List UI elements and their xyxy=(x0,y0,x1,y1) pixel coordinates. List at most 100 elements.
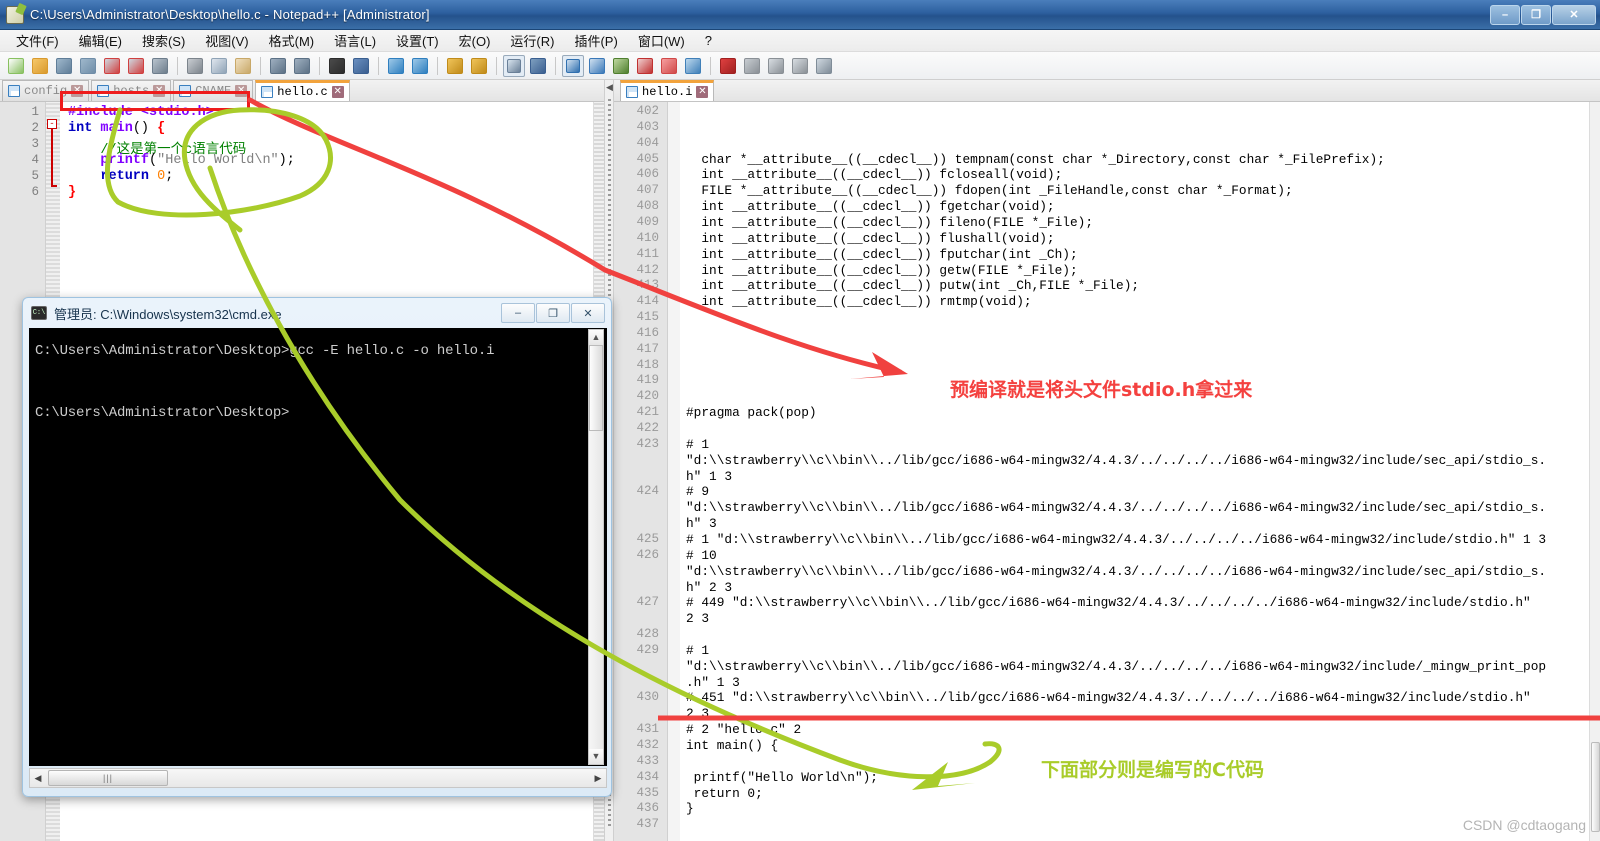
zoom-in-icon[interactable] xyxy=(385,55,407,77)
right-line-number: 412 xyxy=(636,262,659,277)
function-list-icon[interactable] xyxy=(634,55,656,77)
menu-item-plugins[interactable]: 插件(P) xyxy=(564,29,627,52)
macro-save-icon[interactable] xyxy=(813,55,835,77)
right-vertical-scrollbar[interactable] xyxy=(1589,102,1600,841)
window-title-bar: C:\Users\Administrator\Desktop\hello.c -… xyxy=(0,0,1600,30)
close-tab-icon[interactable]: ✕ xyxy=(331,86,344,98)
close-button[interactable]: ✕ xyxy=(1552,4,1596,25)
right-line-number: 434 xyxy=(636,769,659,784)
menu-item-macro[interactable]: 宏(O) xyxy=(449,29,501,52)
save-all-icon[interactable] xyxy=(77,55,99,77)
undo-icon[interactable] xyxy=(267,55,289,77)
right-line-number: 433 xyxy=(636,753,659,768)
right-code-text[interactable]: char *__attribute__((__cdecl__)) tempnam… xyxy=(680,102,1589,841)
right-editor-pane: hello.i ✕ 402 403 404 405 406 407 408 409 410 411 4… xyxy=(614,80,1600,841)
right-scrollbar-thumb[interactable] xyxy=(1591,742,1600,832)
print-icon[interactable] xyxy=(149,55,171,77)
cmd-icon: C:\ xyxy=(31,306,47,320)
cmd-scroll-up-icon[interactable]: ▲ xyxy=(589,330,603,345)
splitter-collapse-icon[interactable]: ◀ xyxy=(606,82,613,93)
right-line-number: 420 xyxy=(636,389,659,404)
cmd-hscroll-thumb[interactable]: ||| xyxy=(48,770,168,786)
maximize-button[interactable]: ❐ xyxy=(1521,4,1551,25)
left-tab-hello-c[interactable]: hello.c ✕ xyxy=(255,80,350,101)
copy-icon[interactable] xyxy=(208,55,230,77)
user-defined-lang-icon[interactable] xyxy=(586,55,608,77)
cmd-maximize-button[interactable]: ❐ xyxy=(536,303,570,323)
menu-item-search[interactable]: 搜索(S) xyxy=(132,29,195,52)
cmd-vertical-scrollbar[interactable]: ▲ ▼ xyxy=(588,329,604,765)
menu-item-view[interactable]: 视图(V) xyxy=(195,29,258,52)
cmd-scroll-left-icon[interactable]: ◀ xyxy=(30,773,46,784)
cmd-console-output[interactable]: C:\Users\Administrator\Desktop>gcc -E he… xyxy=(29,328,607,766)
fold-collapse-icon[interactable]: - xyxy=(47,119,57,129)
toolbar xyxy=(0,52,1600,80)
right-code-line: 2 3 xyxy=(686,706,710,722)
code-token: () xyxy=(132,121,150,136)
cmd-minimize-button[interactable]: – xyxy=(501,303,535,323)
right-line-number: 428 xyxy=(636,627,659,642)
open-file-icon[interactable] xyxy=(29,55,51,77)
redo-icon[interactable] xyxy=(291,55,313,77)
right-line-number: 418 xyxy=(636,357,659,372)
right-line-number: 406 xyxy=(636,167,659,182)
toolbar-separator xyxy=(710,56,711,75)
code-token: printf xyxy=(100,153,150,168)
cut-icon[interactable] xyxy=(184,55,206,77)
indent-guide-icon[interactable] xyxy=(562,54,584,77)
right-line-number: 426 xyxy=(636,547,659,562)
macro-run-multiple-icon[interactable] xyxy=(789,55,811,77)
right-fold-margin xyxy=(668,102,680,841)
word-wrap-icon[interactable] xyxy=(503,54,525,77)
new-file-icon[interactable] xyxy=(5,55,27,77)
menu-item-edit[interactable]: 编辑(E) xyxy=(69,29,132,52)
right-code-line: int __attribute__((__cdecl__)) rmtmp(voi… xyxy=(686,294,1032,310)
cmd-window[interactable]: C:\ 管理员: C:\Windows\system32\cmd.exe – ❐… xyxy=(22,297,612,797)
cmd-horizontal-scrollbar[interactable]: ◀ ||| ▶ xyxy=(29,768,607,788)
right-code-line: int __attribute__((__cdecl__)) fputchar(… xyxy=(686,246,1078,262)
menu-item-run[interactable]: 运行(R) xyxy=(500,29,564,52)
save-icon[interactable] xyxy=(53,55,75,77)
right-code-line: "d:\\strawberry\\c\\bin\\../lib/gcc/i686… xyxy=(686,658,1547,674)
right-tab-hello-i[interactable]: hello.i ✕ xyxy=(620,80,715,101)
right-code-line: # 10 xyxy=(686,547,717,563)
menu-item-file[interactable]: 文件(F) xyxy=(6,29,69,52)
right-code-line: #pragma pack(pop) xyxy=(686,405,817,421)
sync-scroll-v-icon[interactable] xyxy=(444,55,466,77)
menu-item-language[interactable]: 语言(L) xyxy=(324,29,386,52)
right-line-number: 409 xyxy=(636,214,659,229)
folder-as-workspace-icon[interactable] xyxy=(658,55,680,77)
close-tab-icon[interactable]: ✕ xyxy=(696,86,709,98)
replace-icon[interactable] xyxy=(350,55,372,77)
find-icon[interactable] xyxy=(326,55,348,77)
left-line-number: 4 xyxy=(31,153,39,167)
left-line-number: 1 xyxy=(31,105,39,119)
paste-icon[interactable] xyxy=(232,55,254,77)
show-all-chars-icon[interactable] xyxy=(527,55,549,77)
cmd-vscroll-thumb[interactable] xyxy=(589,345,603,431)
menu-bar: 文件(F) 编辑(E) 搜索(S) 视图(V) 格式(M) 语言(L) 设置(T… xyxy=(0,30,1600,52)
zoom-out-icon[interactable] xyxy=(409,55,431,77)
cmd-scroll-right-icon[interactable]: ▶ xyxy=(590,773,606,784)
menu-item-format[interactable]: 格式(M) xyxy=(259,29,325,52)
minimize-button[interactable]: – xyxy=(1490,4,1520,25)
left-line-number: 2 xyxy=(31,121,39,135)
monitor-icon[interactable] xyxy=(682,55,704,77)
include-highlight-box xyxy=(60,91,250,111)
right-line-number: 407 xyxy=(636,183,659,198)
close-file-icon[interactable] xyxy=(101,55,123,77)
menu-item-window[interactable]: 窗口(W) xyxy=(628,29,695,52)
macro-play-icon[interactable] xyxy=(765,55,787,77)
macro-record-icon[interactable] xyxy=(717,55,739,77)
right-line-number: 403 xyxy=(636,119,659,134)
macro-stop-icon[interactable] xyxy=(741,55,763,77)
cmd-close-button[interactable]: ✕ xyxy=(571,303,605,323)
menu-item-settings[interactable]: 设置(T) xyxy=(386,29,449,52)
show-doc-map-icon[interactable] xyxy=(610,55,632,77)
cmd-scroll-down-icon[interactable]: ▼ xyxy=(589,749,603,764)
close-all-icon[interactable] xyxy=(125,55,147,77)
sync-scroll-h-icon[interactable] xyxy=(468,55,490,77)
menu-item-help[interactable]: ? xyxy=(695,31,722,50)
right-code-line: "d:\\strawberry\\c\\bin\\../lib/gcc/i686… xyxy=(686,452,1547,468)
